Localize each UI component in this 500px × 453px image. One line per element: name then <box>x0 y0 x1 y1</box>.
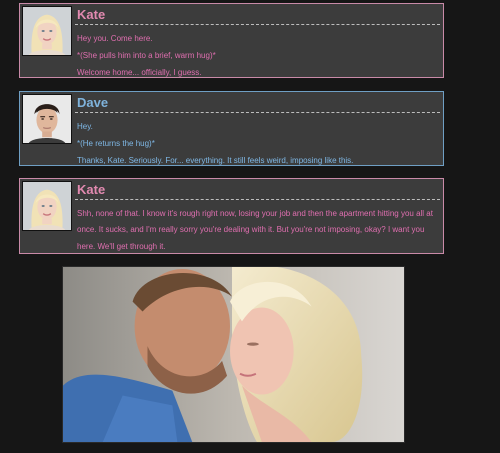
post-message: Hey you. Come here. *(She pulls him into… <box>75 25 440 81</box>
blonde-woman-avatar-icon <box>23 182 71 230</box>
post-body: Dave Hey. *(He returns the hug)* Thanks,… <box>75 92 440 165</box>
post-message: Shh, none of that. I know it's rough rig… <box>75 200 440 255</box>
scene-photo <box>62 266 405 443</box>
blonde-woman-avatar-icon <box>23 7 71 55</box>
chat-post-kate-1: Kate Hey you. Come here. *(She pulls him… <box>19 3 444 78</box>
chat-post-kate-2: Kate Shh, none of that. I know it's roug… <box>19 178 444 254</box>
message-line: Hey you. Come here. <box>77 34 153 43</box>
post-body: Kate Shh, none of that. I know it's roug… <box>75 179 440 253</box>
post-author-name: Dave <box>75 92 440 113</box>
dark-haired-man-avatar-icon <box>23 95 71 143</box>
dave-avatar <box>22 94 72 144</box>
message-line: *(She pulls him into a brief, warm hug)* <box>77 50 216 60</box>
message-line: Thanks, Kate. Seriously. For... everythi… <box>77 155 354 165</box>
embrace-photo-image <box>63 267 404 442</box>
chat-post-dave: Dave Hey. *(He returns the hug)* Thanks,… <box>19 91 444 166</box>
message-line: *(He returns the hug)* <box>77 138 155 148</box>
post-author-name: Kate <box>75 4 440 25</box>
post-body: Kate Hey you. Come here. *(She pulls him… <box>75 4 440 77</box>
message-paragraph: Shh, none of that. I know it's rough rig… <box>77 209 433 251</box>
kate-avatar <box>22 181 72 231</box>
post-message: Hey. *(He returns the hug)* Thanks, Kate… <box>75 113 440 169</box>
message-line: Welcome home... officially, I guess. <box>77 67 202 77</box>
kate-avatar <box>22 6 72 56</box>
post-author-name: Kate <box>75 179 440 200</box>
message-line: Hey. <box>77 122 93 131</box>
chat-page: Kate Hey you. Come here. *(She pulls him… <box>0 0 500 453</box>
